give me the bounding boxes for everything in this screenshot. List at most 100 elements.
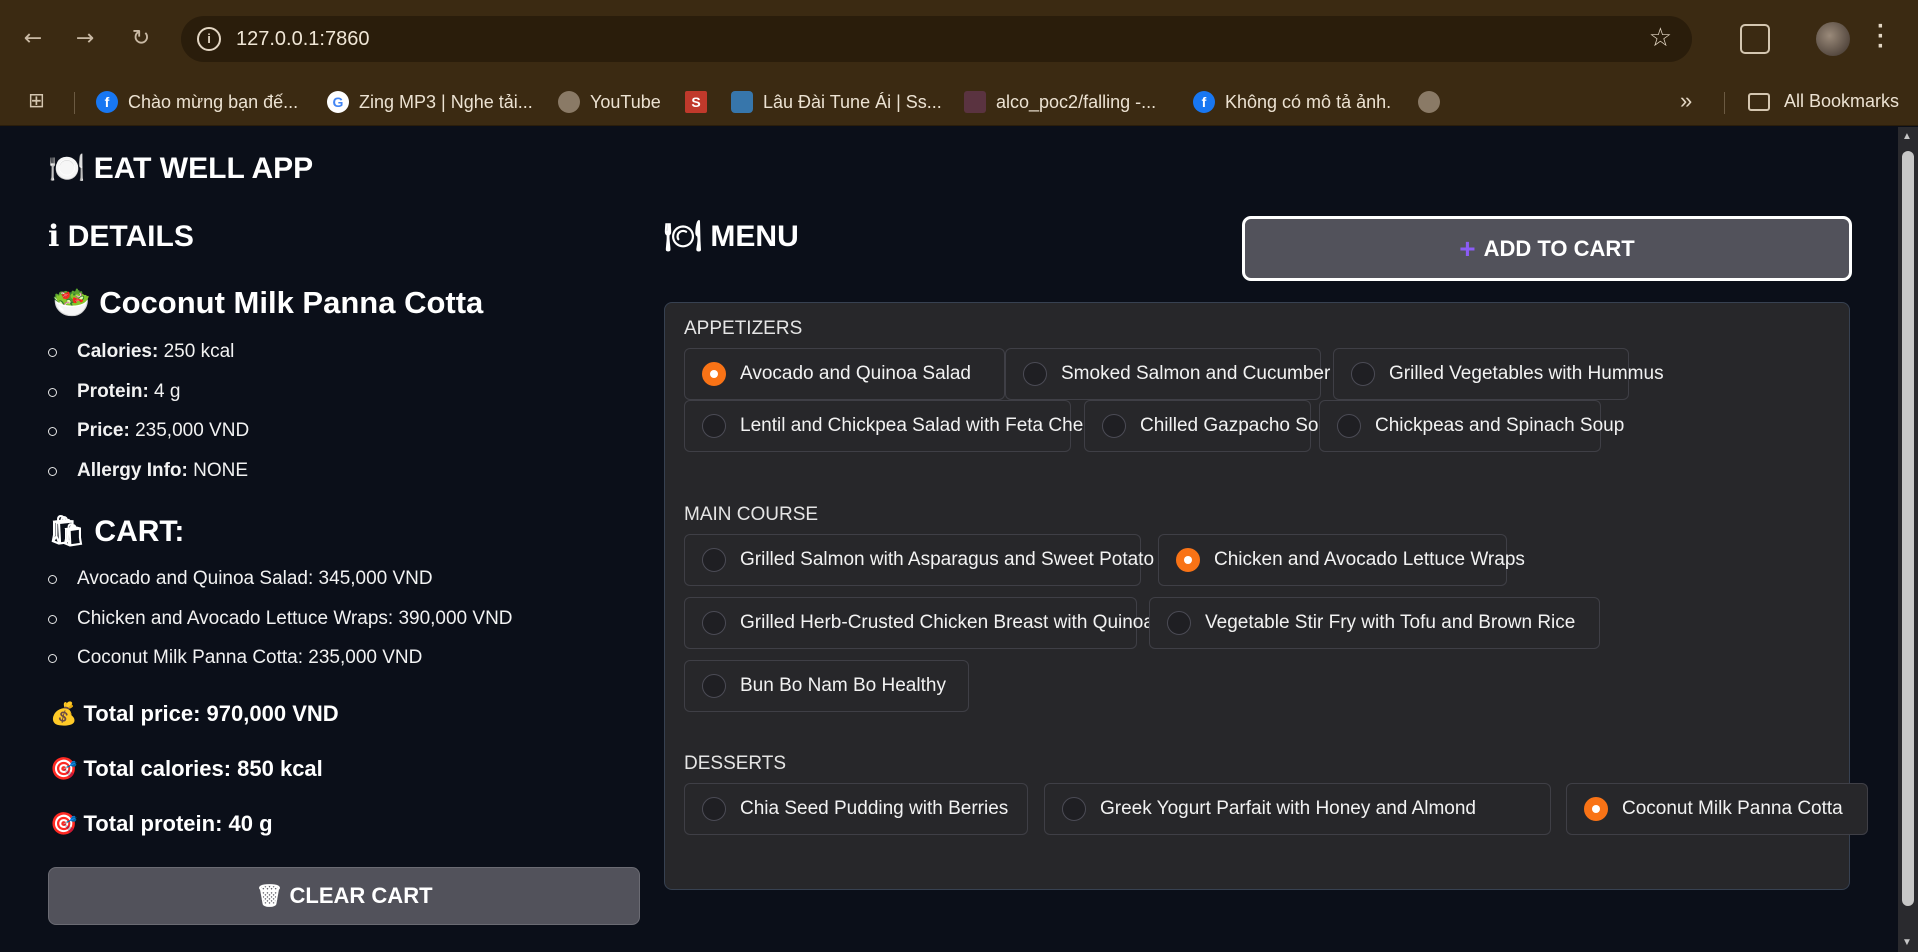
- radio-option[interactable]: Vegetable Stir Fry with Tofu and Brown R…: [1149, 597, 1600, 649]
- bookmark-label: Chào mừng bạn đế...: [128, 91, 299, 112]
- reload-icon[interactable]: ↻: [126, 24, 156, 54]
- globe-icon: [1418, 91, 1440, 113]
- details-list: Calories: 250 kcal Protein: 4 g Price: 2…: [48, 338, 249, 496]
- list-item: Protein: 4 g: [48, 378, 249, 418]
- radio-option[interactable]: Chia Seed Pudding with Berries: [684, 783, 1028, 835]
- scroll-thumb[interactable]: [1902, 151, 1914, 906]
- detail-key: Calories:: [77, 341, 159, 362]
- plus-icon: +: [1459, 233, 1476, 264]
- detail-key: Allergy Info:: [77, 459, 188, 481]
- detail-key: Protein:: [77, 380, 149, 402]
- facebook-icon: f: [1193, 91, 1215, 113]
- bookmark-item[interactable]: alco_poc2/falling -...: [964, 91, 1156, 113]
- option-label: Chilled Gazpacho Soup: [1140, 415, 1340, 436]
- menu-panel: APPETIZERS Avocado and Quinoa Salad Smok…: [664, 302, 1868, 890]
- menu-heading: 🍽 MENU: [664, 220, 799, 253]
- forward-icon[interactable]: →: [70, 24, 100, 54]
- bookmark-item[interactable]: YouTube: [558, 91, 661, 113]
- puzzle-icon[interactable]: [1740, 24, 1770, 54]
- radio-button[interactable]: [1167, 611, 1191, 635]
- radio-button[interactable]: [1176, 548, 1200, 572]
- option-label: Grilled Herb-Crusted Chicken Breast with…: [740, 612, 1197, 633]
- add-to-cart-button[interactable]: + ADD TO CART: [1242, 216, 1852, 281]
- star-icon[interactable]: ☆: [1649, 23, 1672, 53]
- more-bookmarks-icon[interactable]: »: [1680, 88, 1692, 114]
- folder-icon: [1748, 92, 1770, 111]
- radio-option[interactable]: Avocado and Quinoa Salad: [684, 348, 1005, 400]
- option-label: Coconut Milk Panna Cotta: [1622, 798, 1843, 819]
- bookmark-item[interactable]: G Zing MP3 | Nghe tải...: [327, 91, 533, 113]
- details-heading: ℹ DETAILS: [48, 220, 194, 253]
- radio-option[interactable]: Grilled Salmon with Asparagus and Sweet …: [684, 534, 1206, 586]
- radio-button[interactable]: [1023, 362, 1047, 386]
- radio-button[interactable]: [702, 611, 726, 635]
- radio-option[interactable]: Lentil and Chickpea Salad with Feta Chee…: [684, 400, 1114, 452]
- address-bar[interactable]: i 127.0.0.1:7860 ☆: [181, 16, 1692, 62]
- bookmark-item[interactable]: [1418, 91, 1450, 113]
- bookmark-label: Không có mô tả ảnh.: [1225, 91, 1392, 112]
- page-scrollbar[interactable]: ▲ ▼: [1898, 127, 1918, 952]
- option-label: Smoked Salmon and Cucumber Roll: [1061, 363, 1369, 384]
- bookmark-item[interactable]: f Không có mô tả ảnh.: [1193, 91, 1391, 113]
- category-label-desserts: DESSERTS: [684, 753, 787, 774]
- apps-grid-icon[interactable]: ⊞: [28, 90, 50, 112]
- option-label: Bun Bo Nam Bo Healthy: [740, 675, 946, 696]
- bookmark-item[interactable]: S: [685, 91, 717, 113]
- radio-button[interactable]: [702, 548, 726, 572]
- bookmark-label: Zing MP3 | Nghe tải...: [359, 91, 533, 112]
- option-label: Chia Seed Pudding with Berries: [740, 798, 1009, 819]
- scroll-up-icon[interactable]: ▲: [1902, 131, 1912, 142]
- facebook-icon: f: [96, 91, 118, 113]
- bookmark-item[interactable]: Lâu Đài Tune Ái | Ss...: [731, 91, 942, 113]
- option-label: Lentil and Chickpea Salad with Feta Chee…: [740, 415, 1114, 436]
- radio-button[interactable]: [702, 797, 726, 821]
- scroll-down-icon[interactable]: ▼: [1902, 937, 1912, 948]
- list-item: Chicken and Avocado Lettuce Wraps: 390,0…: [48, 605, 513, 645]
- radio-option[interactable]: Bun Bo Nam Bo Healthy: [684, 660, 969, 712]
- back-icon[interactable]: ←: [18, 24, 48, 54]
- kebab-icon[interactable]: · · ·: [1876, 15, 1886, 59]
- radio-button[interactable]: [1337, 414, 1361, 438]
- cart-heading: 🛍 CART:: [48, 515, 185, 548]
- bookmark-separator: [1724, 92, 1725, 114]
- radio-button[interactable]: [1584, 797, 1608, 821]
- option-label: Grilled Salmon with Asparagus and Sweet …: [740, 549, 1206, 570]
- radio-option[interactable]: Grilled Vegetables with Hummus: [1333, 348, 1664, 400]
- total-calories: 🎯 Total calories: 850 kcal: [50, 756, 323, 781]
- url-text[interactable]: 127.0.0.1:7860: [236, 28, 369, 51]
- app-page: 🍽️ EAT WELL APP ℹ DETAILS 🥗 Coconut Milk…: [0, 127, 1898, 952]
- s-logo-icon: S: [685, 91, 707, 113]
- total-protein: 🎯 Total protein: 40 g: [50, 811, 273, 836]
- list-item: Avocado and Quinoa Salad: 345,000 VND: [48, 565, 513, 605]
- bookmark-item[interactable]: f Chào mừng bạn đế...: [96, 91, 298, 113]
- radio-button[interactable]: [702, 362, 726, 386]
- radio-option[interactable]: Coconut Milk Panna Cotta: [1566, 783, 1868, 835]
- radio-option[interactable]: Smoked Salmon and Cucumber Roll: [1005, 348, 1368, 400]
- list-item: Coconut Milk Panna Cotta: 235,000 VND: [48, 644, 513, 684]
- option-label: Greek Yogurt Parfait with Honey and Almo…: [1100, 798, 1477, 819]
- detail-value: 4 g: [148, 380, 181, 402]
- globe-icon: [558, 91, 580, 113]
- radio-button[interactable]: [702, 674, 726, 698]
- clear-cart-button[interactable]: 🗑 CLEAR CART: [48, 867, 640, 925]
- radio-button[interactable]: [702, 414, 726, 438]
- radio-option[interactable]: Chickpeas and Spinach Soup: [1319, 400, 1624, 452]
- app-title: 🍽️ EAT WELL APP: [48, 152, 314, 185]
- google-icon: G: [327, 91, 349, 113]
- option-label: Vegetable Stir Fry with Tofu and Brown R…: [1205, 612, 1576, 633]
- radio-button[interactable]: [1102, 414, 1126, 438]
- cart-list: Avocado and Quinoa Salad: 345,000 VND Ch…: [48, 565, 513, 684]
- avatar[interactable]: [1816, 22, 1850, 56]
- all-bookmarks-button[interactable]: All Bookmarks: [1748, 91, 1899, 112]
- radio-option[interactable]: Chilled Gazpacho Soup: [1084, 400, 1340, 452]
- radio-option[interactable]: Chicken and Avocado Lettuce Wraps: [1158, 534, 1525, 586]
- radio-option[interactable]: Greek Yogurt Parfait with Honey and Almo…: [1044, 783, 1551, 835]
- option-label: Grilled Vegetables with Hummus: [1389, 363, 1664, 384]
- site-info-icon[interactable]: i: [197, 27, 221, 51]
- radio-button[interactable]: [1351, 362, 1375, 386]
- radio-button[interactable]: [1062, 797, 1086, 821]
- radio-option[interactable]: Grilled Herb-Crusted Chicken Breast with…: [684, 597, 1196, 649]
- detail-value: 250 kcal: [158, 341, 235, 362]
- option-label: Chicken and Avocado Lettuce Wraps: [1214, 549, 1525, 570]
- dish-name: 🥗 Coconut Milk Panna Cotta: [52, 285, 484, 320]
